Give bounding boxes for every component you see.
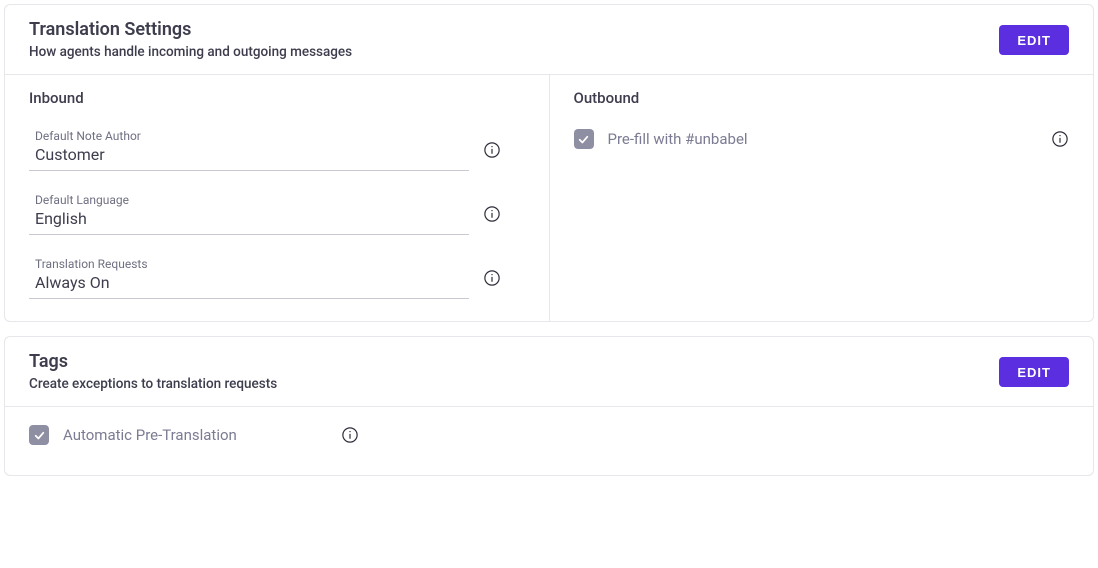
inbound-heading: Inbound [29, 89, 525, 107]
prefill-checkbox[interactable] [574, 129, 594, 149]
translation-settings-body: Inbound Default Note Author Customer Def… [5, 75, 1093, 321]
edit-translation-settings-button[interactable]: EDIT [999, 25, 1069, 55]
translation-requests-label: Translation Requests [35, 257, 469, 271]
default-language-field[interactable]: Default Language English [29, 193, 469, 235]
default-note-author-value: Customer [35, 145, 469, 164]
default-language-label: Default Language [35, 193, 469, 207]
edit-tags-button[interactable]: EDIT [999, 357, 1069, 387]
prefill-row: Pre-fill with #unbabel [574, 129, 1070, 149]
tags-subtitle: Create exceptions to translation request… [29, 376, 277, 392]
inbound-column: Inbound Default Note Author Customer Def… [5, 75, 550, 321]
auto-pretranslation-row: Automatic Pre-Translation [29, 425, 359, 445]
info-icon[interactable] [483, 141, 501, 159]
tags-card: Tags Create exceptions to translation re… [4, 336, 1094, 476]
default-note-author-block: Default Note Author Customer [29, 129, 525, 171]
translation-settings-header: Translation Settings How agents handle i… [5, 5, 1093, 75]
tags-title: Tags [29, 351, 277, 372]
translation-settings-card: Translation Settings How agents handle i… [4, 4, 1094, 322]
tags-titles: Tags Create exceptions to translation re… [29, 351, 277, 392]
info-icon[interactable] [483, 205, 501, 223]
tags-body: Automatic Pre-Translation [5, 407, 1093, 475]
info-icon[interactable] [1051, 130, 1069, 148]
default-note-author-label: Default Note Author [35, 129, 469, 143]
outbound-heading: Outbound [574, 89, 1070, 107]
auto-pretranslation-left: Automatic Pre-Translation [29, 425, 237, 445]
translation-settings-titles: Translation Settings How agents handle i… [29, 19, 352, 60]
translation-requests-field[interactable]: Translation Requests Always On [29, 257, 469, 299]
info-icon[interactable] [341, 426, 359, 444]
auto-pretranslation-checkbox[interactable] [29, 425, 49, 445]
prefill-label: Pre-fill with #unbabel [608, 130, 748, 148]
auto-pretranslation-label: Automatic Pre-Translation [63, 426, 237, 444]
default-language-value: English [35, 209, 469, 228]
default-language-block: Default Language English [29, 193, 525, 235]
translation-settings-title: Translation Settings [29, 19, 352, 40]
prefill-left: Pre-fill with #unbabel [574, 129, 748, 149]
translation-requests-block: Translation Requests Always On [29, 257, 525, 299]
translation-settings-subtitle: How agents handle incoming and outgoing … [29, 44, 352, 60]
translation-requests-value: Always On [35, 273, 469, 292]
default-note-author-field[interactable]: Default Note Author Customer [29, 129, 469, 171]
tags-header: Tags Create exceptions to translation re… [5, 337, 1093, 407]
outbound-column: Outbound Pre-fill with #unbabel [550, 75, 1094, 321]
info-icon[interactable] [483, 269, 501, 287]
